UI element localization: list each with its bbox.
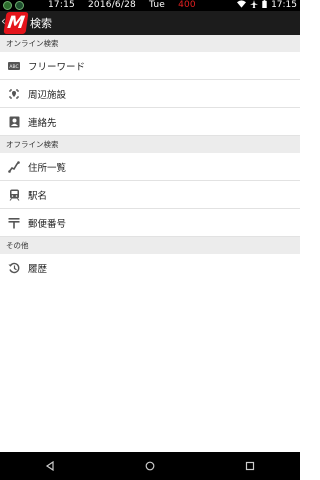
list-item-postal[interactable]: 郵便番号 [0, 209, 300, 237]
list-item-label: 連絡先 [28, 117, 57, 129]
search-menu-list: オンライン検索 ABC フリーワード 周辺施設 連絡先 オフライン検索 住所一覧… [0, 35, 300, 282]
battery-icon [262, 0, 267, 11]
list-item-label: 履歴 [28, 264, 48, 275]
section-header-online: オンライン検索 [0, 35, 300, 52]
status-center-text: 17:15 2016/6/28 Tue 400 [48, 0, 206, 11]
list-item-label: 郵便番号 [28, 218, 67, 230]
status-notification-icons [3, 1, 24, 10]
contacts-icon [0, 108, 28, 136]
nav-back-button[interactable] [36, 452, 64, 480]
status-date: 2016/6/28 [88, 0, 136, 10]
status-bar: 17:15 2016/6/28 Tue 400 17:15 [0, 0, 300, 11]
route-icon [0, 153, 28, 181]
abc-keyboard-icon: ABC [0, 52, 28, 80]
list-item-label: 駅名 [28, 190, 48, 202]
airplane-icon [250, 0, 259, 11]
list-item-history[interactable]: 履歴 [0, 254, 300, 282]
list-item-label: 住所一覧 [28, 162, 67, 174]
status-red-value: 400 [178, 0, 196, 10]
nav-home-button[interactable] [136, 452, 164, 480]
history-icon [0, 254, 28, 282]
notification-icon [15, 1, 24, 10]
status-day: Tue [149, 0, 165, 10]
nav-recents-button[interactable] [236, 452, 264, 480]
home-circle-icon [145, 461, 155, 471]
app-bar: ‹ M 検索 [0, 11, 300, 35]
notification-icon [3, 1, 12, 10]
postal-icon [0, 209, 28, 237]
back-triangle-icon [45, 461, 54, 471]
list-item-contacts[interactable]: 連絡先 [0, 108, 300, 136]
status-time-right: 17:15 [271, 0, 297, 10]
status-right: 17:15 [237, 0, 297, 11]
app-logo-letter: M [6, 13, 26, 33]
nearby-pin-icon [0, 80, 28, 108]
system-nav-bar [0, 452, 300, 480]
svg-text:ABC: ABC [9, 64, 18, 70]
wifi-icon [237, 0, 247, 11]
section-header-offline: オフライン検索 [0, 136, 300, 153]
app-logo[interactable]: M [3, 12, 29, 34]
list-item-station[interactable]: 駅名 [0, 181, 300, 209]
page-title: 検索 [30, 17, 52, 30]
list-item-label: 周辺施設 [28, 89, 67, 101]
recents-square-icon [245, 461, 255, 471]
train-icon [0, 181, 28, 209]
section-header-other: その他 [0, 237, 300, 254]
list-item-label: フリーワード [28, 61, 86, 73]
status-time: 17:15 [48, 0, 75, 10]
list-item-address[interactable]: 住所一覧 [0, 153, 300, 181]
list-item-freeword[interactable]: ABC フリーワード [0, 52, 300, 80]
list-item-nearby[interactable]: 周辺施設 [0, 80, 300, 108]
